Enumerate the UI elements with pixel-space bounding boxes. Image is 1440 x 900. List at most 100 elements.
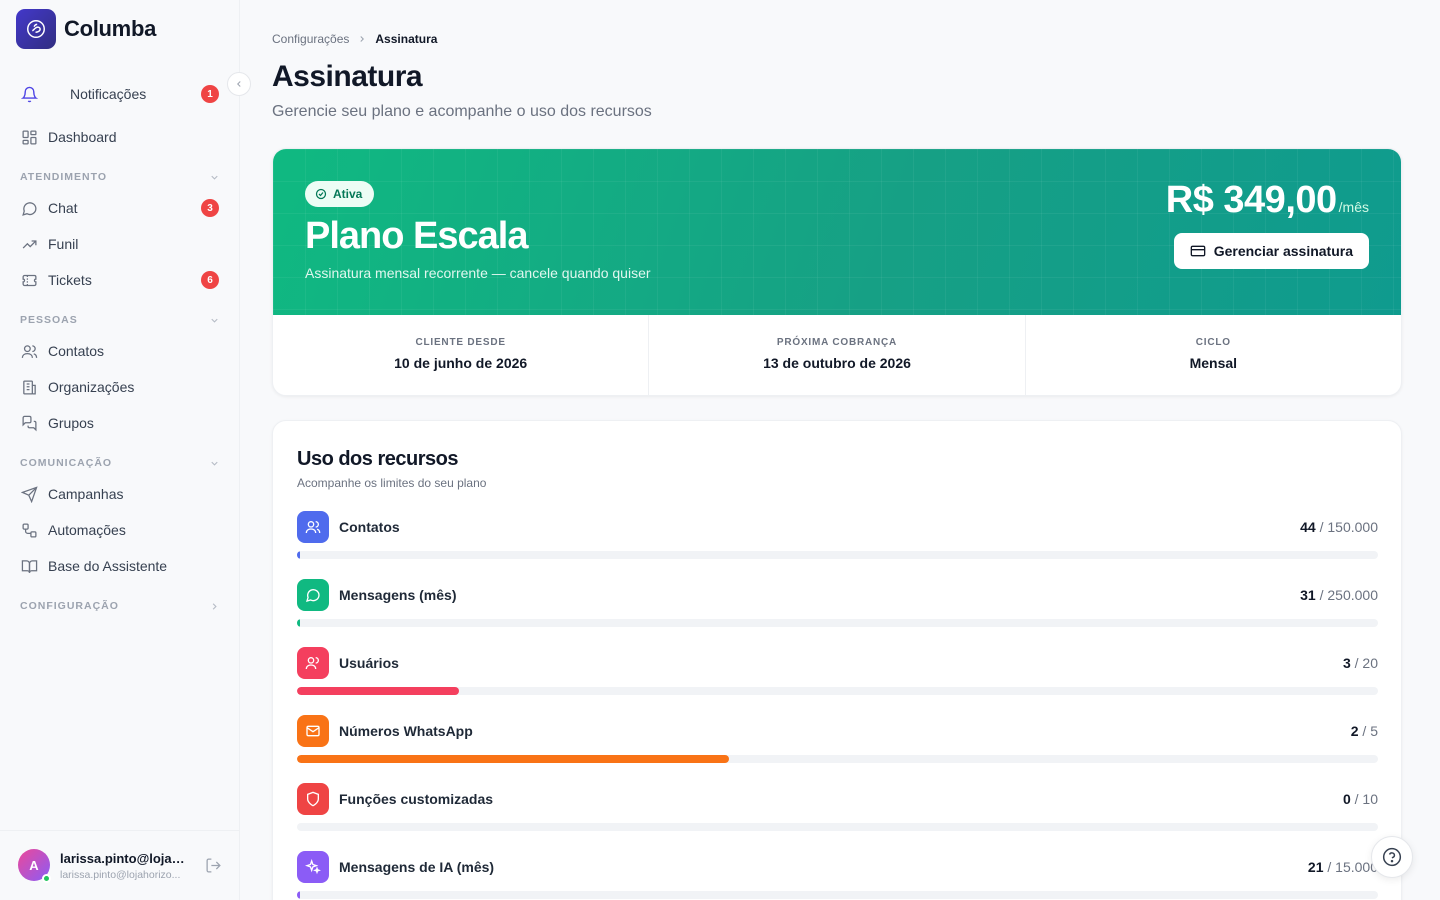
plan-card: Ativa Plano Escala Assinatura mensal rec… [272, 148, 1402, 396]
dashboard-icon [20, 128, 38, 146]
breadcrumb: Configurações Assinatura [272, 32, 437, 46]
user-profile[interactable]: A larissa.pinto@lojah... larissa.pinto@l… [0, 830, 240, 900]
section-pessoas[interactable]: PESSOAS [20, 312, 220, 328]
plan-description: Assinatura mensal recorrente — cancele q… [305, 265, 651, 281]
resource-count: 2 / 5 [1351, 723, 1378, 739]
resource-progress-bar [297, 551, 1378, 559]
logout-button[interactable] [205, 857, 222, 879]
resource-progress-fill [297, 891, 300, 899]
resource-numeros-whatsapp: Números WhatsApp 2 / 5 [297, 715, 1378, 775]
stat-value: 13 de outubro de 2026 [763, 355, 911, 371]
usage-card: Uso dos recursos Acompanhe os limites do… [272, 420, 1402, 900]
chevron-down-icon [211, 461, 218, 466]
resource-contatos: Contatos 44 / 150.000 [297, 511, 1378, 571]
resource-used: 21 [1307, 859, 1324, 875]
sidebar-item-chat[interactable]: Chat 3 [8, 192, 232, 224]
section-atendimento[interactable]: ATENDIMENTO [20, 169, 220, 185]
sidebar-item-label: Contatos [48, 343, 105, 359]
brand[interactable]: Columba [16, 9, 156, 49]
check-circle-icon [315, 188, 327, 200]
resource-used: 31 [1300, 587, 1316, 603]
users-icon [297, 511, 329, 543]
resource-name: Mensagens (mês) [339, 587, 457, 603]
section-title: PESSOAS [20, 314, 78, 326]
main-content: Configurações Assinatura Assinatura Gere… [240, 0, 1440, 900]
resource-used: 3 [1342, 655, 1351, 671]
sidebar-item-funil[interactable]: Funil [8, 228, 232, 260]
sparkles-icon [297, 851, 329, 883]
stat-label: PRÓXIMA COBRANÇA [776, 337, 898, 348]
resource-progress-bar [297, 755, 1378, 763]
sidebar-item-grupos[interactable]: Grupos [8, 407, 232, 439]
send-icon [20, 485, 38, 503]
sidebar-item-contatos[interactable]: Contatos [8, 335, 232, 367]
plan-stats: CLIENTE DESDE 10 de junho de 2026 PRÓXIM… [273, 315, 1401, 395]
page-subtitle: Gerencie seu plano e acompanhe o uso dos… [272, 103, 652, 120]
bell-icon [20, 85, 38, 103]
resource-count: 0 / 10 [1343, 791, 1378, 807]
notification-count-badge: 1 [201, 85, 219, 103]
sidebar-item-base-assistente[interactable]: Base do Assistente [8, 550, 232, 582]
help-circle-icon [1382, 847, 1402, 867]
resource-limit: / 5 [1362, 723, 1378, 739]
stat-label: CICLO [1195, 337, 1231, 348]
resource-name: Funções customizadas [339, 791, 494, 807]
resource-progress-bar [297, 619, 1378, 627]
manage-subscription-button[interactable]: Gerenciar assinatura [1173, 233, 1369, 269]
help-button[interactable] [1371, 836, 1413, 878]
sidebar-item-label: Automações [48, 522, 126, 538]
breadcrumb-current: Assinatura [375, 32, 438, 46]
stat-next-billing: PRÓXIMA COBRANÇA 13 de outubro de 2026 [649, 315, 1026, 395]
resource-progress-fill [297, 551, 300, 559]
chat-count-badge: 3 [201, 199, 219, 217]
sidebar-item-label: Campanhas [48, 486, 124, 502]
stat-value: 10 de junho de 2026 [394, 355, 528, 371]
brand-name: Columba [64, 16, 157, 41]
resource-name: Contatos [339, 519, 400, 535]
shield-icon [297, 783, 329, 815]
section-title: ATENDIMENTO [20, 171, 108, 183]
collapse-sidebar-button[interactable] [227, 72, 251, 96]
resource-funcoes-customizadas: Funções customizadas 0 / 10 [297, 783, 1378, 843]
plan-name: Plano Escala [305, 215, 528, 257]
sidebar-item-label: Grupos [48, 415, 94, 431]
sidebar-item-organizacoes[interactable]: Organizações [8, 371, 232, 403]
resource-name: Mensagens de IA (mês) [339, 859, 495, 875]
sidebar-item-label: Notificações [70, 86, 147, 102]
chat-icon [20, 199, 38, 217]
resource-progress-bar [297, 687, 1378, 695]
sidebar-item-automacoes[interactable]: Automações [8, 514, 232, 546]
section-comunicacao[interactable]: COMUNICAÇÃO [20, 455, 220, 471]
sidebar-item-tickets[interactable]: Tickets 6 [8, 264, 232, 296]
sidebar-item-dashboard[interactable]: Dashboard [8, 121, 232, 153]
workflow-icon [20, 521, 38, 539]
status-badge: Ativa [305, 181, 375, 207]
resource-usuarios: Usuários 3 / 20 [297, 647, 1378, 707]
resource-count: 31 / 250.000 [1300, 587, 1378, 603]
resource-progress-fill [297, 687, 460, 695]
resource-limit: / 10 [1354, 791, 1378, 807]
trend-icon [20, 235, 38, 253]
chevron-right-icon [360, 36, 365, 42]
plan-price: R$ 349,00 /mês [1166, 179, 1369, 222]
resource-name: Usuários [339, 655, 399, 671]
breadcrumb-parent[interactable]: Configurações [272, 32, 349, 46]
price-unit: /mês [1338, 199, 1369, 215]
resource-mensagens-ia: Mensagens de IA (mês) 21 / 15.000 [297, 851, 1378, 900]
credit-card-icon [1190, 245, 1206, 257]
status-label: Ativa [333, 187, 363, 201]
sidebar-item-notifications[interactable]: Notificações 1 [8, 78, 232, 110]
resource-used: 0 [1342, 791, 1351, 807]
manage-subscription-label: Gerenciar assinatura [1213, 243, 1353, 259]
users-icon [20, 342, 38, 360]
section-title: COMUNICAÇÃO [20, 457, 113, 469]
sidebar-item-campanhas[interactable]: Campanhas [8, 478, 232, 510]
resource-mensagens: Mensagens (mês) 31 / 250.000 [297, 579, 1378, 639]
resource-used: 44 [1300, 519, 1316, 535]
ticket-icon [20, 271, 38, 289]
resource-count: 3 / 20 [1343, 655, 1378, 671]
mail-icon [297, 715, 329, 747]
resource-progress-fill [297, 755, 730, 763]
tickets-count-badge: 6 [201, 271, 219, 289]
section-configuracao[interactable]: CONFIGURAÇÃO [20, 598, 220, 614]
